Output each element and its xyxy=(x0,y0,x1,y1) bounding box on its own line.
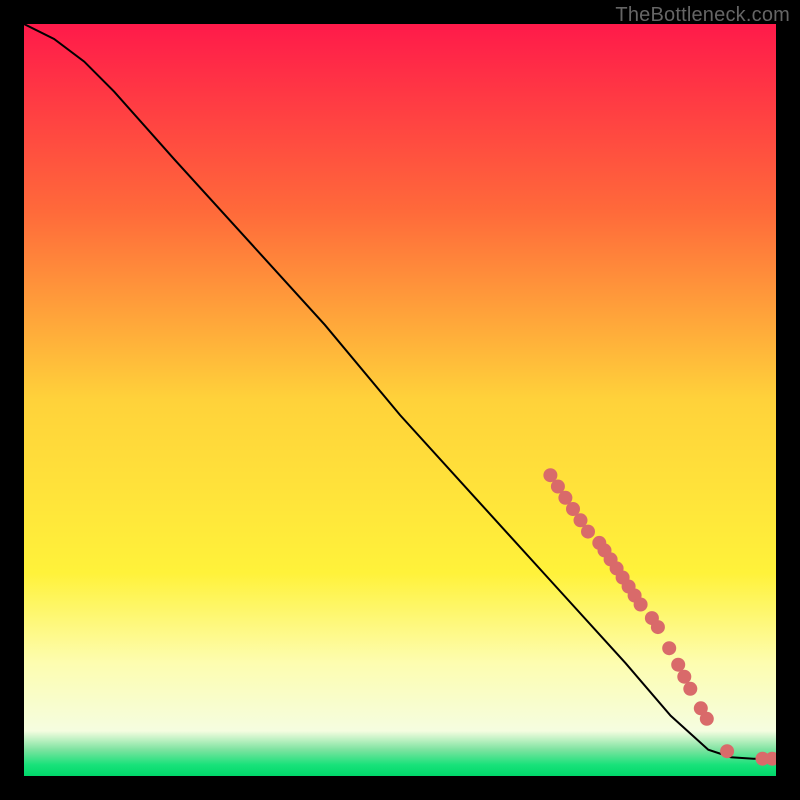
data-point xyxy=(634,598,648,612)
attribution-text: TheBottleneck.com xyxy=(615,4,790,27)
gradient-bg xyxy=(24,24,776,776)
data-point xyxy=(662,641,676,655)
data-point xyxy=(720,744,734,758)
data-point xyxy=(700,712,714,726)
data-point xyxy=(651,620,665,634)
data-point xyxy=(683,682,697,696)
data-point xyxy=(671,658,685,672)
chart-plot xyxy=(24,24,776,776)
data-point xyxy=(581,525,595,539)
data-point xyxy=(677,670,691,684)
